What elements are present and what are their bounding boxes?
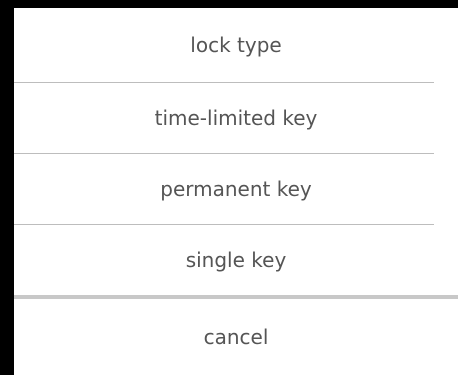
option-label: single key [185,248,287,272]
lock-type-action-sheet: lock type time-limited key permanent key… [14,8,458,375]
sheet-title-text: lock type [190,33,282,57]
option-permanent-key[interactable]: permanent key [14,154,458,224]
option-label: permanent key [160,177,312,201]
sheet-title: lock type [14,8,458,82]
option-single-key[interactable]: single key [14,225,458,295]
option-label: time-limited key [154,106,318,130]
option-time-limited-key[interactable]: time-limited key [14,83,458,153]
cancel-button[interactable]: cancel [14,299,458,375]
cancel-label: cancel [203,325,269,349]
